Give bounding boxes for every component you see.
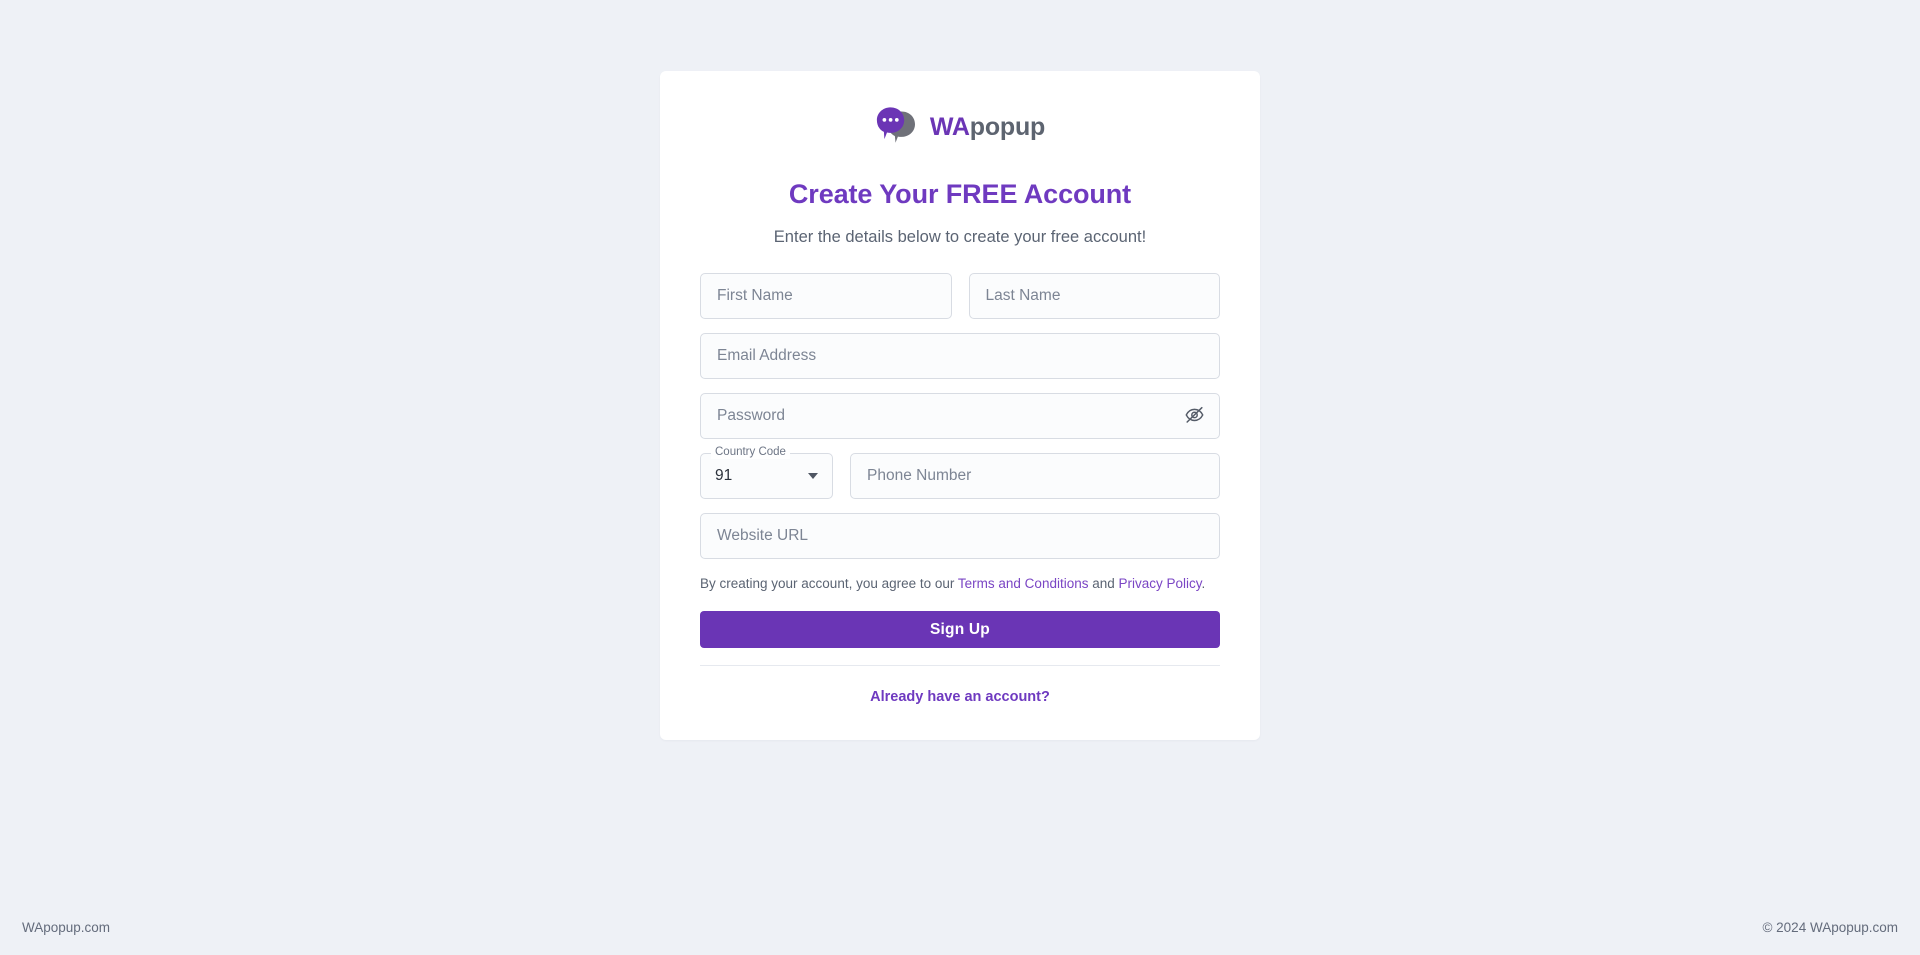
country-code-label: Country Code	[711, 446, 790, 459]
brand-logo[interactable]: WApopup	[875, 105, 1045, 149]
name-row	[700, 273, 1220, 319]
last-name-input[interactable]	[968, 273, 1220, 319]
first-name-input[interactable]	[700, 273, 952, 319]
email-field	[700, 333, 1220, 379]
website-url-field	[700, 513, 1220, 559]
logo-text-popup: popup	[969, 112, 1046, 141]
website-url-input[interactable]	[700, 513, 1220, 559]
terms-prefix-text: By creating your account, you agree to o…	[700, 576, 958, 591]
password-input[interactable]	[700, 393, 1220, 439]
signup-card: WApopup Create Your FREE Account Enter t…	[660, 71, 1260, 741]
page-subtitle: Enter the details below to create your f…	[773, 228, 1147, 246]
page-title: Create Your FREE Account	[788, 179, 1132, 209]
country-code-value: 91	[715, 467, 733, 484]
terms-middle-text: and	[1088, 576, 1119, 591]
logo-container: WApopup	[660, 71, 1260, 155]
logo-text-wa: WA	[929, 112, 970, 141]
privacy-policy-link[interactable]: Privacy Policy	[1119, 576, 1202, 591]
phone-number-field	[850, 453, 1220, 499]
last-name-field	[968, 273, 1220, 319]
country-code-field: Country Code 91	[700, 446, 833, 499]
password-row	[700, 393, 1220, 439]
toggle-password-visibility-button[interactable]	[1178, 400, 1210, 432]
email-input[interactable]	[700, 333, 1220, 379]
first-name-field	[700, 273, 952, 319]
country-code-select[interactable]: Country Code 91	[700, 446, 833, 499]
chevron-down-icon	[808, 473, 818, 479]
signup-form: Country Code 91	[660, 247, 1260, 559]
footer-copyright: © 2024 WApopup.com	[1762, 919, 1898, 935]
page-footer: WApopup.com © 2024 WApopup.com	[0, 899, 1920, 955]
terms-notice: By creating your account, you agree to o…	[660, 559, 1260, 593]
terms-and-conditions-link[interactable]: Terms and Conditions	[958, 576, 1089, 591]
signup-button-container: Sign Up	[660, 593, 1260, 649]
email-row	[700, 333, 1220, 379]
terms-suffix-text: .	[1201, 576, 1206, 591]
website-row	[700, 513, 1220, 559]
sign-up-button[interactable]: Sign Up	[700, 611, 1220, 649]
chat-bubbles-icon	[875, 105, 923, 149]
signup-page: WApopup Create Your FREE Account Enter t…	[0, 0, 1920, 955]
brand-wordmark: WApopup	[929, 112, 1046, 141]
password-field	[700, 393, 1220, 439]
phone-number-input[interactable]	[850, 453, 1220, 499]
footer-site-link[interactable]: WApopup.com	[22, 920, 110, 935]
already-have-account-link[interactable]: Already have an account?	[870, 689, 1050, 705]
eye-off-icon	[1184, 404, 1205, 428]
login-link-container: Already have an account?	[660, 666, 1260, 740]
phone-row: Country Code 91	[700, 446, 1220, 499]
